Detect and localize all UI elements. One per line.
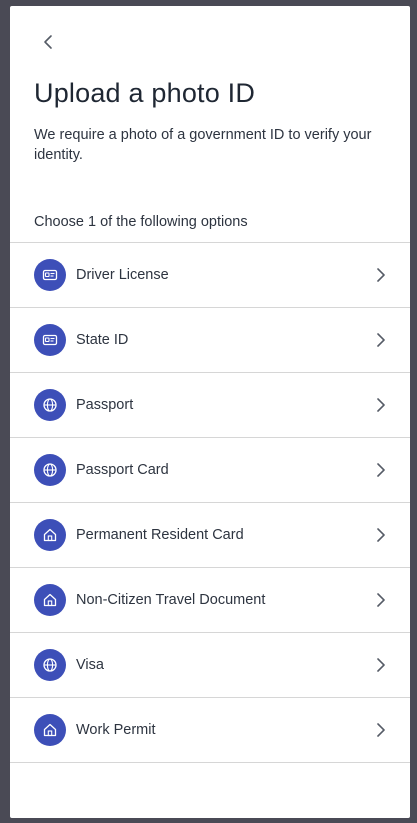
option-label: Work Permit (76, 722, 156, 738)
option-label: Driver License (76, 267, 169, 283)
home-icon (34, 714, 66, 746)
home-icon (34, 519, 66, 551)
chevron-left-icon (44, 35, 52, 49)
upload-id-card: Upload a photo ID We require a photo of … (10, 6, 410, 818)
chevron-right-icon (374, 397, 388, 413)
id-options-list: Driver License State ID Passport Passpor… (10, 242, 410, 763)
option-passport[interactable]: Passport (10, 373, 410, 438)
option-work-permit[interactable]: Work Permit (10, 698, 410, 763)
options-label: Choose 1 of the following options (34, 214, 248, 230)
back-button[interactable] (34, 28, 62, 56)
option-label: Passport (76, 397, 134, 413)
option-label: Permanent Resident Card (76, 527, 244, 543)
chevron-right-icon (374, 267, 388, 283)
page-subtitle: We require a photo of a government ID to… (34, 127, 372, 163)
option-visa[interactable]: Visa (10, 633, 410, 698)
chevron-right-icon (374, 657, 388, 673)
chevron-right-icon (374, 722, 388, 738)
id-card-icon (34, 259, 66, 291)
page-title: Upload a photo ID (34, 78, 256, 108)
globe-icon (34, 454, 66, 486)
chevron-right-icon (374, 462, 388, 478)
option-non-citizen-travel-document[interactable]: Non-Citizen Travel Document (10, 568, 410, 633)
option-label: Passport Card (76, 462, 169, 478)
globe-icon (34, 649, 66, 681)
option-label: State ID (76, 332, 129, 348)
option-state-id[interactable]: State ID (10, 308, 410, 373)
chevron-right-icon (374, 592, 388, 608)
globe-icon (34, 389, 66, 421)
chevron-right-icon (374, 332, 388, 348)
option-label: Visa (76, 657, 104, 673)
option-label: Non-Citizen Travel Document (76, 592, 266, 608)
option-driver-license[interactable]: Driver License (10, 243, 410, 308)
option-permanent-resident-card[interactable]: Permanent Resident Card (10, 503, 410, 568)
option-passport-card[interactable]: Passport Card (10, 438, 410, 503)
chevron-right-icon (374, 527, 388, 543)
home-icon (34, 584, 66, 616)
id-card-icon (34, 324, 66, 356)
